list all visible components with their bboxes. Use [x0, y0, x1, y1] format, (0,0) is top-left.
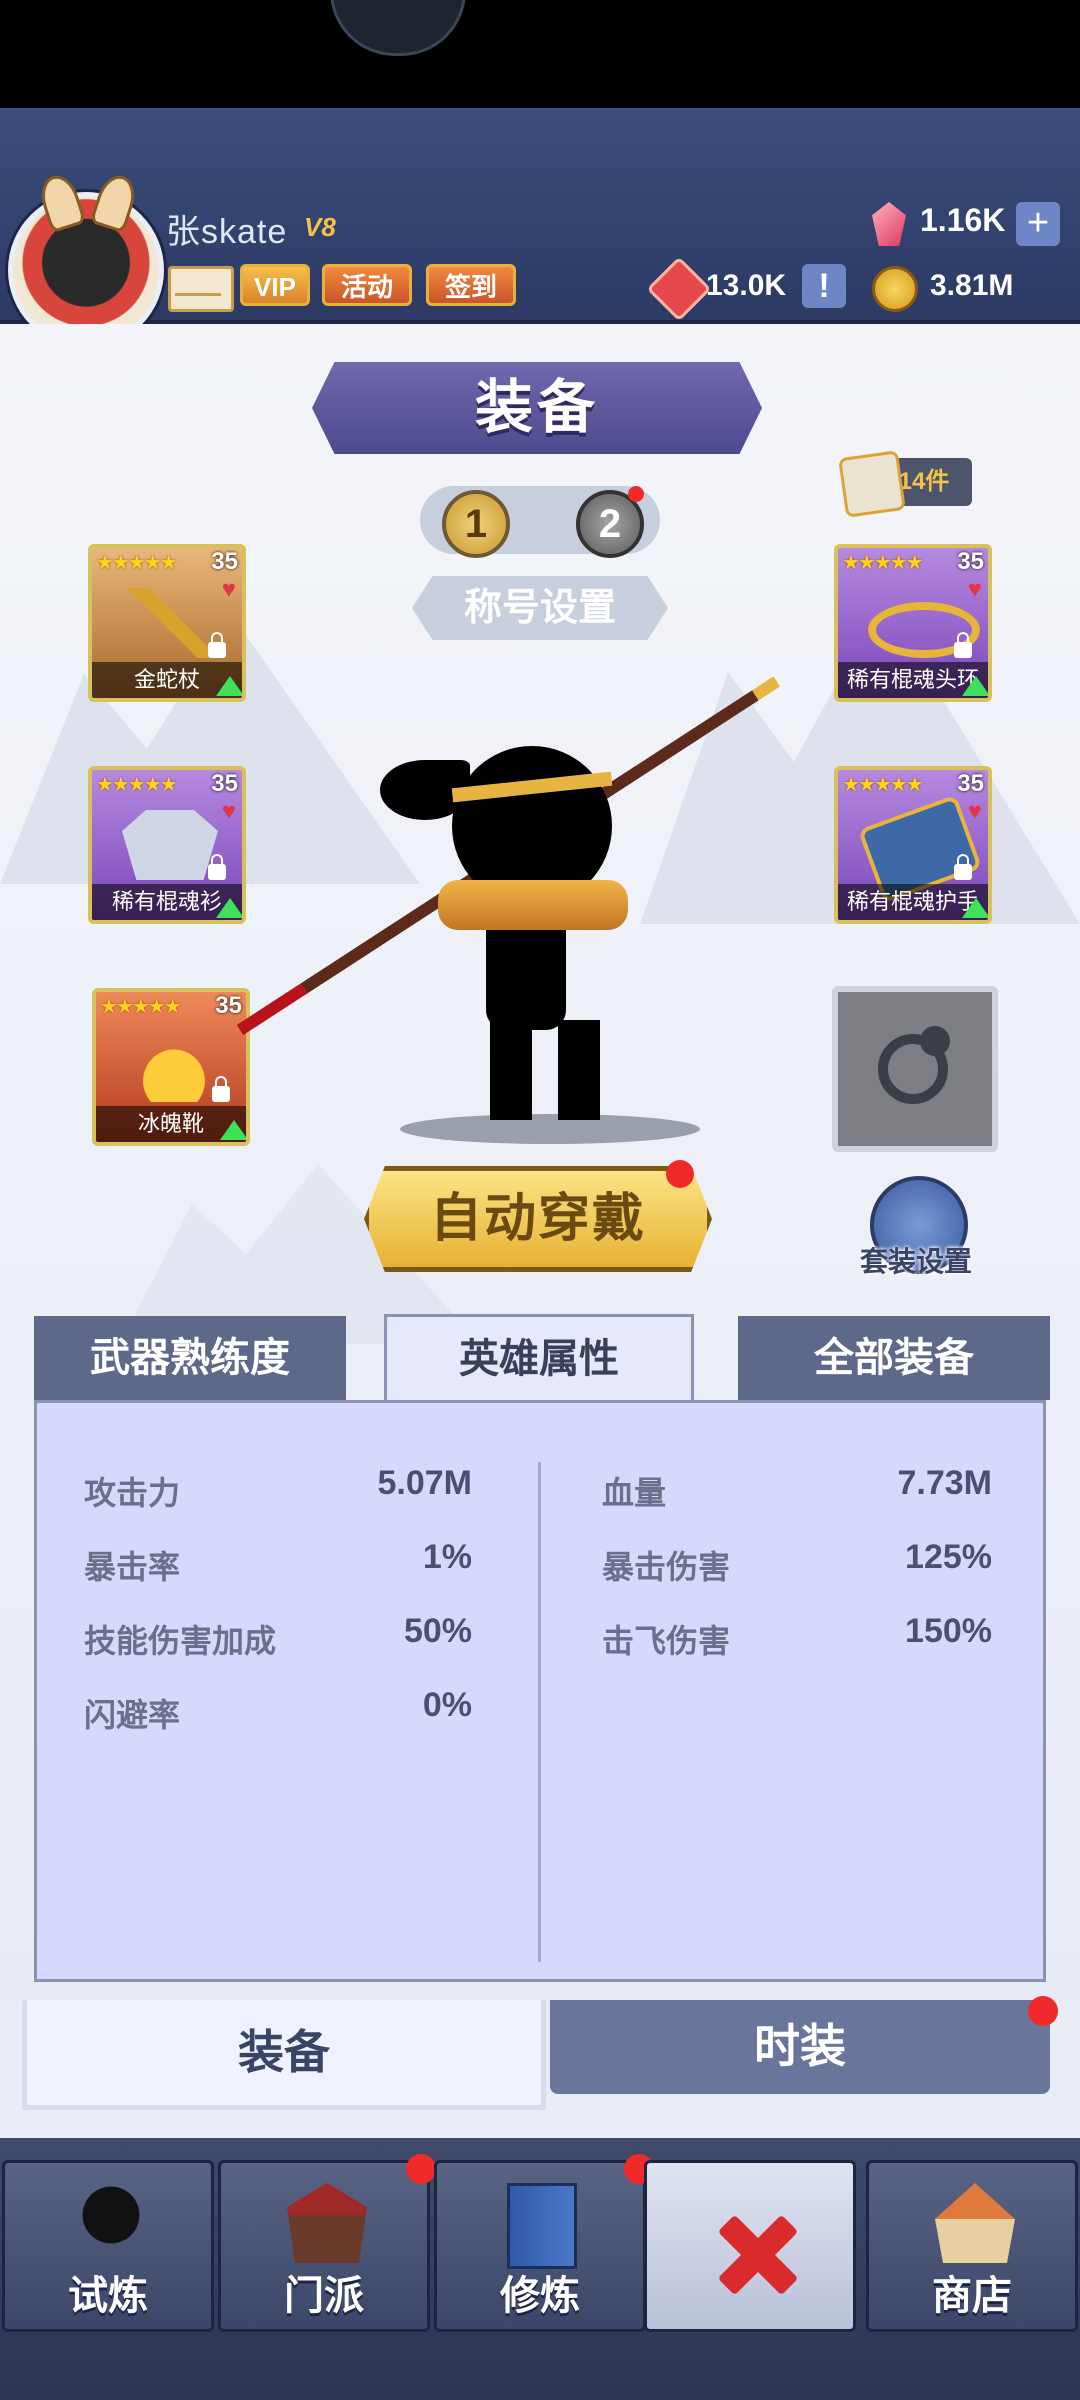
tab-fashion[interactable]: 时装 [550, 2000, 1050, 2094]
vip-button[interactable]: VIP [240, 264, 310, 306]
star-rating: ★★★★★ [100, 996, 182, 1018]
lock-icon [212, 1076, 230, 1102]
item-level: 35 [211, 770, 238, 797]
upgrade-arrow-icon [216, 676, 242, 696]
heart-icon: ♥ [967, 798, 982, 825]
player-name: 张skate [166, 213, 288, 251]
nav-trial[interactable]: 试炼 [2, 2160, 214, 2332]
checkin-button[interactable]: 签到 [426, 264, 516, 306]
equip-slot-weapon[interactable]: ★★★★★ 35 ♥ 金蛇杖 [88, 544, 246, 702]
trial-icon [71, 2183, 151, 2263]
boots-icon [126, 1032, 222, 1102]
lock-icon [208, 854, 226, 880]
stat-label: 击飞伤害 [602, 1623, 731, 1659]
star-rating: ★★★★★ [842, 774, 924, 796]
stat-value: 5.07M [377, 1464, 473, 1502]
hero-shoulder-armor [438, 880, 628, 930]
nav-battle-close[interactable] [644, 2160, 856, 2332]
equip-slot-headband[interactable]: ★★★★★ 35 ♥ 稀有棍魂头环 [834, 544, 992, 702]
notification-dot [666, 1160, 694, 1188]
player-header [0, 108, 1080, 324]
coin-count: 3.81M [930, 269, 1014, 302]
item-level: 35 [957, 548, 984, 575]
scroll-icon [838, 450, 906, 518]
upgrade-arrow-icon [962, 676, 988, 696]
star-rating: ★★★★★ [96, 552, 178, 574]
upgrade-arrow-icon [962, 898, 988, 918]
stat-value: 7.73M [897, 1464, 993, 1502]
mail-icon[interactable] [168, 266, 234, 312]
notification-dot [406, 2154, 436, 2184]
stat-label: 闪避率 [84, 1697, 181, 1733]
golden-snake-staff-icon [122, 588, 218, 658]
coin-icon [872, 266, 918, 312]
equip-slot-boots[interactable]: ★★★★★ 35 冰魄靴 [92, 988, 250, 1146]
empty-equip-slot[interactable] [832, 986, 998, 1152]
suit-setting-label[interactable]: 套装设置 [846, 1240, 986, 1280]
equip-slot-armor[interactable]: ★★★★★ 35 ♥ 稀有棍魂衫 [88, 766, 246, 924]
item-level: 35 [211, 548, 238, 575]
nav-sect[interactable]: 门派 [218, 2160, 430, 2332]
upgrade-arrow-icon [220, 1120, 246, 1140]
equip-slot-gauntlet[interactable]: ★★★★★ 35 ♥ 稀有棍魂护手 [834, 766, 992, 924]
vip-level-badge: V8 [304, 212, 336, 242]
tab-weapon-mastery[interactable]: 武器熟练度 [34, 1316, 346, 1400]
item-level: 35 [957, 770, 984, 797]
stat-value: 125% [905, 1538, 992, 1576]
stat-label: 攻击力 [84, 1475, 181, 1511]
stat-label: 血量 [602, 1475, 667, 1511]
nav-label: 修炼 [500, 2274, 580, 2318]
notification-dot [628, 486, 644, 502]
stat-value: 50% [403, 1612, 472, 1650]
stat-value: 150% [905, 1612, 992, 1650]
heart-icon: ♥ [967, 576, 982, 603]
lock-icon [208, 632, 226, 658]
nav-label: 门派 [284, 2274, 364, 2318]
item-level: 35 [215, 992, 242, 1019]
stats-divider [538, 1462, 541, 1962]
stat-value: 1% [422, 1538, 472, 1576]
heart-icon: ♥ [221, 576, 236, 603]
heart-icon: ♥ [221, 798, 236, 825]
tab-all-equipment[interactable]: 全部装备 [738, 1316, 1050, 1400]
stat-label: 暴击率 [84, 1549, 181, 1585]
tab-equipment[interactable]: 装备 [22, 2000, 546, 2110]
title-setting-button[interactable]: 称号设置 [412, 576, 668, 640]
auto-equip-button[interactable]: 自动穿戴 [364, 1166, 712, 1272]
shop-icon [935, 2183, 1015, 2263]
star-rating: ★★★★★ [842, 552, 924, 574]
event-button[interactable]: 活动 [322, 264, 412, 306]
page-title: 装备 [474, 375, 599, 440]
upgrade-arrow-icon [216, 898, 242, 918]
lock-icon [954, 632, 972, 658]
notification-dot [1028, 1996, 1058, 2026]
nav-label: 商店 [932, 2274, 1012, 2318]
nav-cultivate[interactable]: 修炼 [434, 2160, 646, 2332]
stat-value: 0% [422, 1686, 472, 1724]
star-rating: ★★★★★ [96, 774, 178, 796]
sect-gate-icon [287, 2183, 367, 2263]
nav-label: 试炼 [68, 2274, 148, 2318]
nav-shop[interactable]: 商店 [866, 2160, 1078, 2332]
robe-icon [122, 810, 218, 880]
ticket-count: 13.0K [706, 269, 787, 302]
stat-label: 技能伤害加成 [84, 1623, 277, 1659]
ticket-info-button[interactable]: ! [802, 264, 846, 308]
gem-count: 1.16K [920, 202, 1006, 238]
hero-legs [490, 1020, 600, 1120]
lock-icon [954, 854, 972, 880]
status-bar [0, 0, 1080, 108]
tab-hero-attributes[interactable]: 英雄属性 [384, 1314, 694, 1404]
add-gems-button[interactable]: + [1016, 202, 1060, 246]
manual-book-icon [507, 2183, 577, 2269]
stat-label: 暴击伤害 [602, 1549, 731, 1585]
loadout-1-button[interactable]: 1 [442, 490, 510, 558]
